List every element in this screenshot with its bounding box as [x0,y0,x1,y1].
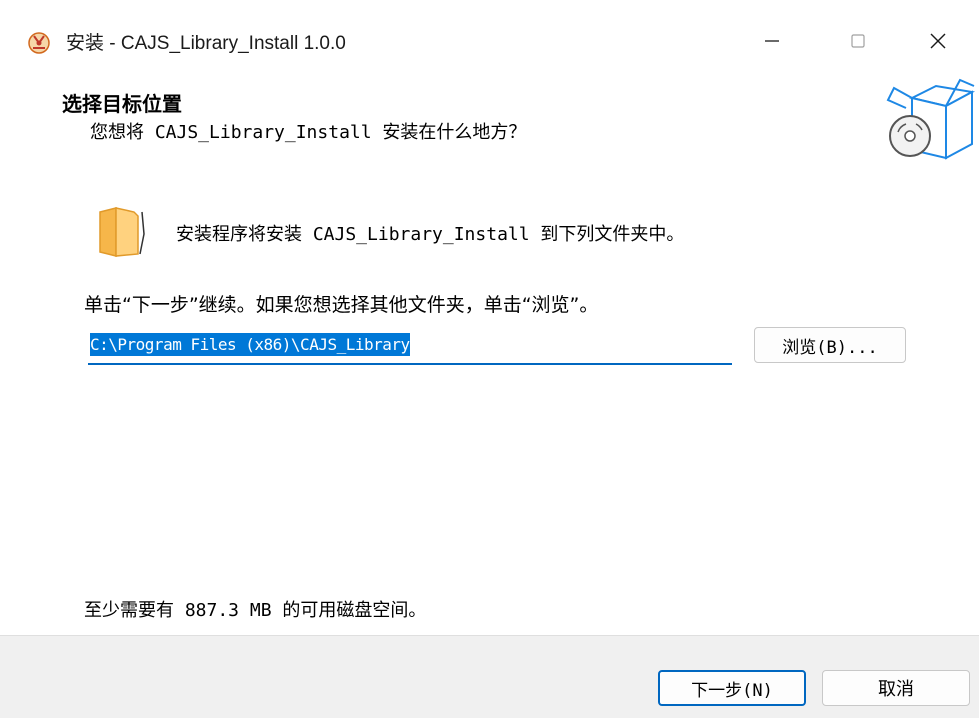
page-title: 选择目标位置 [62,92,182,116]
page-subtitle: 您想将 CAJS_Library_Install 安装在什么地方？ [90,122,527,143]
maximize-icon [851,34,865,48]
setup-box-icon [886,78,976,160]
continue-message: 单击“下一步”继续。如果您想选择其他文件夹，单击“浏览”。 [84,294,599,316]
window-title: 安装 - CAJS_Library_Install 1.0.0 [66,33,346,54]
destination-path-input[interactable]: C:\Program Files (x86)\CAJS_Library [88,327,732,365]
folder-icon [99,207,145,257]
minimize-icon [765,40,779,42]
disk-space-message: 至少需要有 887.3 MB 的可用磁盘空间。 [84,600,427,621]
maximize-button[interactable] [826,6,890,76]
browse-button[interactable]: 浏览(B)... [754,327,906,363]
installer-window: 安装 - CAJS_Library_Install 1.0.0 选择目标位置 您… [0,0,979,718]
destination-path-value: C:\Program Files (x86)\CAJS_Library [90,333,410,356]
next-button[interactable]: 下一步(N) [658,670,806,706]
footer-bar: 下一步(N) 取消 [0,635,979,718]
cancel-button[interactable]: 取消 [822,670,970,706]
install-message: 安装程序将安装 CAJS_Library_Install 到下列文件夹中。 [176,224,685,245]
close-button[interactable] [906,6,970,76]
installer-app-icon [28,32,50,54]
minimize-button[interactable] [740,6,804,76]
title-bar: 安装 - CAJS_Library_Install 1.0.0 [0,0,979,78]
close-icon [930,33,946,49]
